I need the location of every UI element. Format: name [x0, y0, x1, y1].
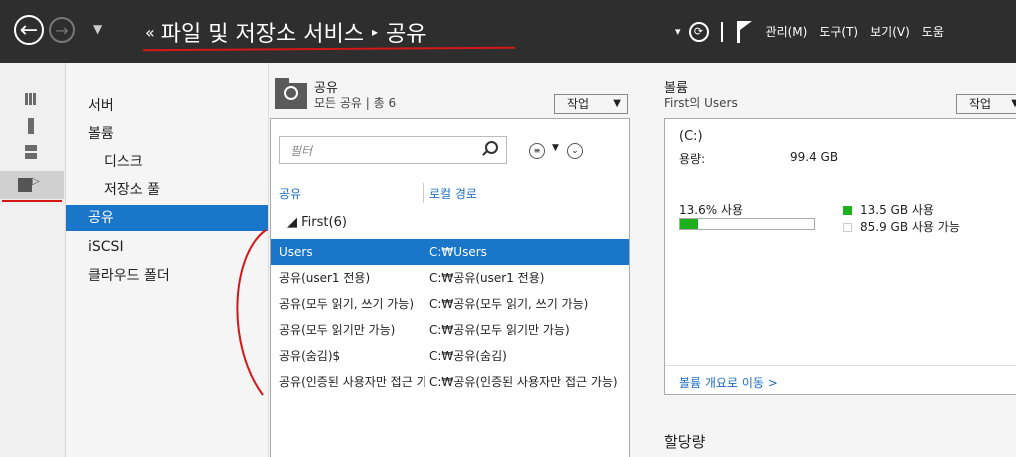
tasks-label: 작업 — [567, 97, 590, 111]
quota-title: 할당량 — [664, 433, 706, 451]
column-header-local-path[interactable]: 로컬 경로 — [429, 185, 477, 202]
chevron-down-icon: ▼ — [1011, 98, 1016, 109]
toolbar-divider — [720, 21, 723, 42]
table-row[interactable]: 공유(모두 읽기, 쓰기 가능) C:₩공유(모두 읽기, 쓰기 가능) — [271, 291, 629, 317]
column-divider[interactable] — [423, 183, 424, 203]
capacity-value: 99.4 GB — [790, 150, 839, 164]
cell-share: 공유(인증된 사용자만 접근 가능) — [279, 375, 425, 389]
refresh-icon[interactable]: ⟳ — [688, 21, 709, 42]
breadcrumb-overflow-icon[interactable]: « — [145, 23, 155, 42]
menu-manage[interactable]: 관리(M) — [766, 23, 808, 40]
cell-path: C:₩공유(모두 읽기만 가능) — [429, 323, 570, 337]
group-header-first[interactable]: ◢ First(6) — [287, 215, 347, 230]
volume-tasks-button[interactable]: 작업 ▼ — [956, 94, 1016, 114]
local-server-icon[interactable] — [28, 118, 34, 134]
notification-flag-icon[interactable] — [736, 20, 752, 43]
table-row[interactable]: Users C:₩Users — [271, 239, 629, 265]
cell-share: 공유(숨김)$ — [279, 349, 341, 363]
menu-tools[interactable]: 도구(T) — [819, 23, 858, 40]
table-row[interactable]: 공유(user1 전용) C:₩공유(user1 전용) — [271, 265, 629, 291]
breadcrumb-shares[interactable]: 공유 — [386, 16, 426, 48]
used-swatch — [843, 206, 852, 215]
cell-path: C:₩공유(인증된 사용자만 접근 가능) — [429, 375, 618, 389]
volume-panel-subtitle: First의 Users — [664, 96, 738, 110]
divider — [665, 365, 1016, 366]
sidebar-item-volumes[interactable]: 볼륨 — [88, 121, 114, 147]
table-row[interactable]: 공유(모두 읽기만 가능) C:₩공유(모두 읽기만 가능) — [271, 317, 629, 343]
all-servers-icon[interactable] — [25, 145, 37, 159]
title-bar: ← → ▼ « 파일 및 저장소 서비스 ▸ 공유 ▾ ⟳ 관리(M) 도구(T… — [0, 0, 1016, 63]
sidebar-item-cloud-folders[interactable]: 클라우드 폴더 — [88, 263, 170, 289]
history-dropdown[interactable]: ▼ — [93, 22, 102, 36]
shares-panel: 공유 모든 공유 | 총 6 작업 ▼ 필터 ≡ ▼ ⌄ 공유 로컬 경로 ◢ … — [268, 63, 632, 457]
red-mark-annotation — [2, 200, 62, 202]
drive-label: (C:) — [679, 129, 703, 144]
chevron-down-icon[interactable]: ▾ — [675, 25, 681, 38]
list-options-icon[interactable]: ≡ — [529, 143, 545, 159]
breadcrumb-separator-icon: ▸ — [371, 25, 378, 39]
legend-free-text: 85.9 GB 사용 가능 — [860, 220, 960, 234]
goto-volume-overview-link[interactable]: 볼륨 개요로 이동 > — [679, 374, 778, 391]
column-header-share[interactable]: 공유 — [279, 185, 301, 202]
dashboard-icon[interactable] — [25, 93, 37, 105]
cell-share: Users — [279, 245, 313, 259]
refresh-glyph: ⟳ — [693, 25, 704, 38]
cell-share: 공유(user1 전용) — [279, 271, 371, 285]
collapse-triangle-icon[interactable]: ◢ — [287, 215, 297, 230]
back-button[interactable]: ← — [14, 15, 44, 45]
legend-used: 13.5 GB 사용 — [843, 201, 934, 218]
chevron-down-icon: ▼ — [613, 98, 621, 109]
search-icon[interactable] — [485, 141, 498, 154]
menu-view[interactable]: 보기(V) — [870, 23, 910, 40]
menu-help[interactable]: 도움 — [922, 23, 944, 40]
sidebar-item-iscsi[interactable]: iSCSI — [88, 234, 124, 260]
breadcrumb-file-storage[interactable]: 파일 및 저장소 서비스 — [161, 16, 364, 48]
capacity-label: 용량: — [679, 152, 706, 166]
legend-free: 85.9 GB 사용 가능 — [843, 218, 960, 235]
sidebar-item-disks[interactable]: 디스크 — [104, 149, 143, 175]
legend-used-text: 13.5 GB 사용 — [860, 203, 934, 217]
table-row[interactable]: 공유(숨김)$ C:₩공유(숨김) — [271, 343, 629, 369]
sidebar-item-servers[interactable]: 서버 — [88, 93, 114, 119]
cell-path: C:₩공유(user1 전용) — [429, 271, 545, 285]
list-options-caret-icon[interactable]: ▼ — [552, 143, 559, 153]
shares-list: 필터 ≡ ▼ ⌄ 공유 로컬 경로 ◢ First(6) Users C:₩Us… — [270, 118, 630, 457]
volume-details: (C:) 용량: 99.4 GB 13.6% 사용 13.5 GB 사용 85.… — [664, 118, 1016, 395]
group-label: First(6) — [301, 215, 347, 230]
used-percent: 13.6% 사용 — [679, 203, 744, 217]
free-swatch — [843, 223, 852, 232]
filter-input[interactable]: 필터 — [279, 136, 507, 164]
cell-share: 공유(모두 읽기, 쓰기 가능) — [279, 297, 415, 311]
expand-arrow-icon[interactable]: ▷ — [32, 176, 40, 187]
cell-share: 공유(모두 읽기만 가능) — [279, 323, 396, 337]
table-row[interactable]: 공유(인증된 사용자만 접근 가능) C:₩공유(인증된 사용자만 접근 가능) — [271, 369, 629, 395]
shares-tasks-button[interactable]: 작업 ▼ — [554, 94, 628, 114]
expand-collapse-icon[interactable]: ⌄ — [567, 143, 583, 159]
file-storage-icon[interactable] — [18, 178, 32, 192]
tasks-label: 작업 — [969, 97, 992, 111]
filter-placeholder: 필터 — [290, 144, 313, 158]
usage-bar-fill — [680, 219, 699, 229]
cell-path: C:₩공유(숨김) — [429, 349, 507, 363]
volume-panel: 볼륨 First의 Users 작업 ▼ (C:) 용량: 99.4 GB 13… — [640, 63, 1016, 457]
sidebar-item-storage-pools[interactable]: 저장소 풀 — [104, 177, 160, 203]
cell-path: C:₩Users — [429, 245, 487, 259]
shares-panel-subtitle: 모든 공유 | 총 6 — [314, 96, 397, 110]
arrow-left-icon: ← — [19, 17, 39, 43]
icon-rail: ▷ — [0, 63, 66, 457]
red-bracket-annotation — [236, 229, 267, 396]
usage-bar — [679, 218, 815, 230]
arrow-right-icon: → — [55, 20, 69, 40]
toolbar-menu: ▾ ⟳ 관리(M) 도구(T) 보기(V) 도움 — [675, 0, 956, 63]
forward-button[interactable]: → — [49, 17, 75, 43]
shares-folder-icon — [275, 78, 307, 109]
cell-path: C:₩공유(모두 읽기, 쓰기 가능) — [429, 297, 589, 311]
breadcrumb: « 파일 및 저장소 서비스 ▸ 공유 — [145, 16, 426, 48]
